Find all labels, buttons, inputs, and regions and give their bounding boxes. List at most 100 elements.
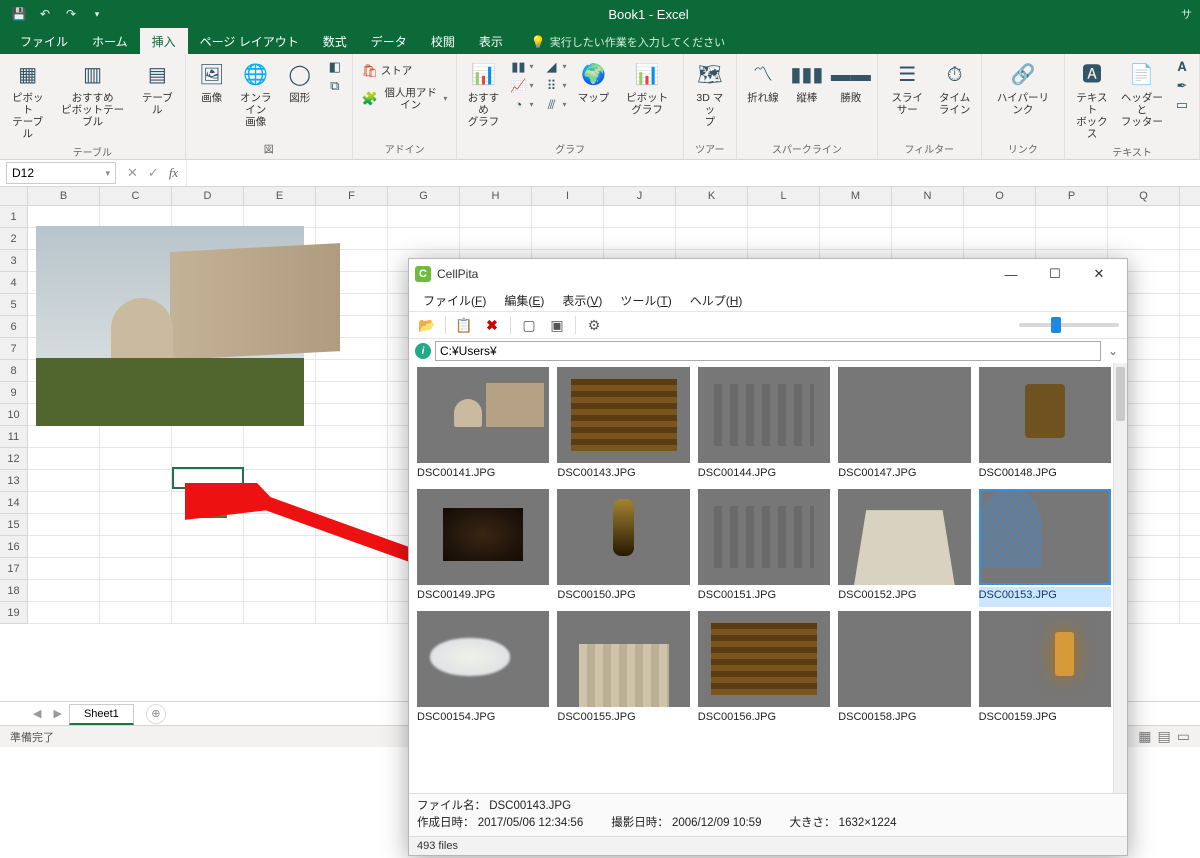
thumbnail-image[interactable]: [979, 611, 1111, 707]
thumbnail-image[interactable]: [979, 367, 1111, 463]
delete-button[interactable]: ✖: [482, 315, 502, 335]
thumbnail-item[interactable]: DSC00159.JPG: [979, 611, 1111, 729]
gallery-scrollbar[interactable]: [1113, 363, 1127, 793]
thumbnail-item[interactable]: DSC00156.JPG: [698, 611, 830, 729]
cell[interactable]: [100, 536, 172, 557]
row-header[interactable]: 15: [0, 514, 28, 536]
thumbnail-image[interactable]: [838, 367, 970, 463]
cell[interactable]: [604, 228, 676, 249]
cell[interactable]: [244, 514, 316, 535]
cell[interactable]: [244, 602, 316, 623]
cell[interactable]: [100, 206, 172, 227]
row-header[interactable]: 16: [0, 536, 28, 558]
cell[interactable]: [244, 426, 316, 447]
chart-type-3[interactable]: ◔▾: [507, 96, 536, 114]
slicer-button[interactable]: ☰スライサー: [884, 58, 931, 118]
cell[interactable]: [100, 558, 172, 579]
sparkline-column-button[interactable]: ▮▮▮縦棒: [787, 58, 827, 106]
cell[interactable]: [316, 404, 388, 425]
thumbnail-item[interactable]: DSC00143.JPG: [557, 367, 689, 485]
sparkline-line-button[interactable]: 〽折れ線: [743, 58, 783, 106]
cell[interactable]: [244, 206, 316, 227]
hyperlink-button[interactable]: 🔗ハイパーリンク: [988, 58, 1058, 118]
cell[interactable]: [100, 426, 172, 447]
cell[interactable]: [28, 580, 100, 601]
cell[interactable]: [676, 206, 748, 227]
cell[interactable]: [28, 536, 100, 557]
thumbnail-item[interactable]: DSC00148.JPG: [979, 367, 1111, 485]
column-header[interactable]: L: [748, 187, 820, 205]
maximize-button[interactable]: ☐: [1033, 260, 1077, 288]
copy-button[interactable]: 📋: [454, 315, 474, 335]
cell[interactable]: [388, 206, 460, 227]
textbox-button[interactable]: 🅰テキスト ボックス: [1071, 58, 1113, 142]
thumbnail-item[interactable]: DSC00153.JPG: [979, 489, 1111, 607]
online-pictures-button[interactable]: 🌐オンライン 画像: [236, 58, 276, 130]
undo-icon[interactable]: ↶: [34, 4, 56, 24]
cell[interactable]: [28, 514, 100, 535]
row-header[interactable]: 9: [0, 382, 28, 404]
tab-data[interactable]: データ: [359, 28, 419, 54]
cell[interactable]: [532, 206, 604, 227]
row-header[interactable]: 7: [0, 338, 28, 360]
column-header[interactable]: F: [316, 187, 388, 205]
cell[interactable]: [1108, 228, 1180, 249]
wordart-button[interactable]: 𝐀: [1171, 58, 1193, 76]
cell[interactable]: [172, 536, 244, 557]
tab-file[interactable]: ファイル: [8, 28, 80, 54]
recommended-pivot-button[interactable]: ▥おすすめ ピボットテーブル: [53, 58, 131, 142]
tell-me-box[interactable]: 💡実行したい作業を入力してください: [525, 30, 731, 54]
sparkline-winloss-button[interactable]: ▬▬勝敗: [831, 58, 871, 106]
cell[interactable]: [244, 536, 316, 557]
enter-icon[interactable]: ✓: [148, 165, 159, 181]
3d-map-button[interactable]: 🗺3D マッ プ: [690, 58, 730, 130]
cell[interactable]: [316, 426, 388, 447]
thumbnail-image[interactable]: [557, 367, 689, 463]
cell[interactable]: [172, 448, 244, 469]
sheet-nav-prev[interactable]: ◀: [28, 707, 46, 720]
row-header[interactable]: 13: [0, 470, 28, 492]
new-sheet-button[interactable]: ⊕: [146, 704, 166, 724]
row-header[interactable]: 2: [0, 228, 28, 250]
tab-page-layout[interactable]: ページ レイアウト: [188, 28, 311, 54]
menu-t[interactable]: ツール(T): [620, 292, 671, 309]
cell[interactable]: [892, 206, 964, 227]
cell[interactable]: [244, 580, 316, 601]
thumbnail-image[interactable]: [698, 367, 830, 463]
cell[interactable]: [316, 448, 388, 469]
store-button[interactable]: 🛍ストア: [359, 62, 451, 80]
cell[interactable]: [820, 206, 892, 227]
cell[interactable]: [820, 228, 892, 249]
shapes-button[interactable]: ◯図形: [280, 58, 320, 130]
row-header[interactable]: 8: [0, 360, 28, 382]
view-page-layout-icon[interactable]: ▤: [1158, 728, 1171, 745]
cell[interactable]: [316, 536, 388, 557]
cell[interactable]: [316, 382, 388, 403]
cell[interactable]: [244, 448, 316, 469]
scrollbar-thumb[interactable]: [1116, 367, 1125, 421]
cell[interactable]: [244, 470, 316, 491]
cell[interactable]: [28, 602, 100, 623]
row-header[interactable]: 19: [0, 602, 28, 624]
cell[interactable]: [316, 580, 388, 601]
cell[interactable]: [316, 492, 388, 513]
sheet-tab[interactable]: Sheet1: [69, 704, 134, 725]
signature-button[interactable]: ✒: [1171, 77, 1193, 95]
chart-type-6[interactable]: ⫻▾: [540, 96, 569, 114]
cell[interactable]: [172, 580, 244, 601]
cell[interactable]: [316, 206, 388, 227]
column-header[interactable]: E: [244, 187, 316, 205]
thumbnail-image[interactable]: [557, 611, 689, 707]
cell[interactable]: [1036, 228, 1108, 249]
chart-type-1[interactable]: ▮▮▾: [507, 58, 536, 76]
cell[interactable]: [316, 558, 388, 579]
cell[interactable]: [28, 492, 100, 513]
column-header[interactable]: P: [1036, 187, 1108, 205]
save-icon[interactable]: 💾: [8, 4, 30, 24]
cell[interactable]: [316, 602, 388, 623]
column-header[interactable]: Q: [1108, 187, 1180, 205]
cancel-icon[interactable]: ✕: [127, 165, 138, 181]
menu-h[interactable]: ヘルプ(H): [690, 292, 743, 309]
column-header[interactable]: J: [604, 187, 676, 205]
thumbnail-image[interactable]: [417, 611, 549, 707]
